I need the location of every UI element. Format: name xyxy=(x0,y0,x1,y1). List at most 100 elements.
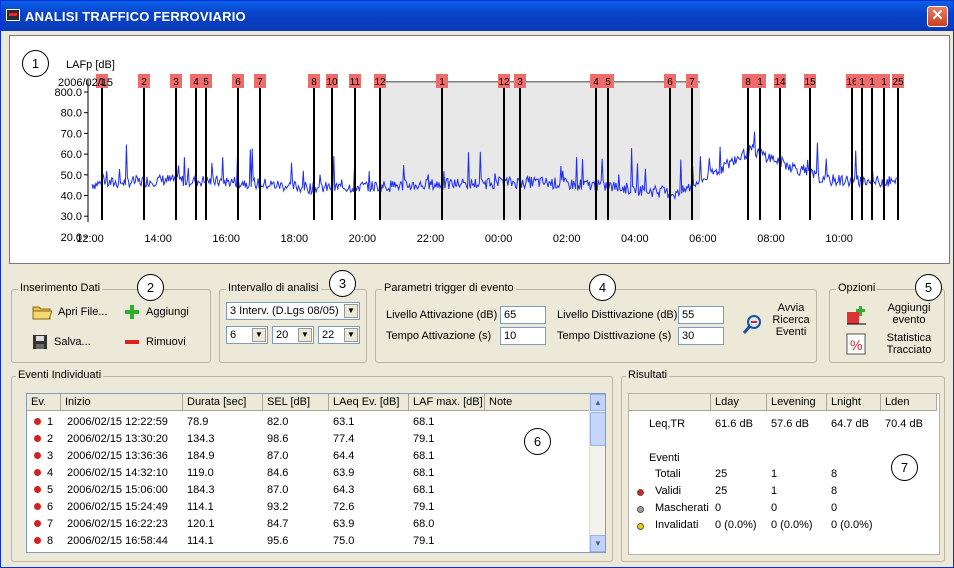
event-marker-label: 6 xyxy=(235,77,241,88)
x-tick-label: 20:00 xyxy=(349,233,377,245)
noise-chart-panel[interactable]: 1 1 2 3 4 5 6 7 8 10 11 12 1 12 3 4 5 6 7 8 1 14 15 16 1 1 1 25 80… xyxy=(9,35,950,264)
cell-duration: 119.0 xyxy=(187,467,214,479)
section-number-results: 7 xyxy=(891,454,918,481)
table-row[interactable]: 3 2006/02/15 13:36:36 184.9 87.0 64.4 68.1 xyxy=(27,448,605,465)
noise-level-chart[interactable]: 1 2 3 4 5 6 7 8 10 11 12 1 12 3 4 5 6 7 8 1 14 15 16 1 1 1 25 800.… xyxy=(10,36,949,263)
open-file-button[interactable]: Apri File... xyxy=(32,304,108,320)
column-header-lafmax[interactable]: LAF max. [dB] xyxy=(409,394,485,411)
y-tick-label: 40.0 xyxy=(61,191,82,203)
column-header-ev[interactable]: Ev. xyxy=(27,394,61,411)
table-row[interactable]: 4 2006/02/15 14:32:10 119.0 84.6 63.9 68.1 xyxy=(27,465,605,482)
title-bar[interactable]: ANALISI TRAFFICO FERROVIARIO ✕ xyxy=(1,1,953,31)
save-button[interactable]: Salva... xyxy=(32,334,91,350)
events-list[interactable]: Ev. Inizio Durata [sec] SEL [dB] LAeq Ev… xyxy=(26,393,606,553)
event-marker-label: 8 xyxy=(745,77,751,88)
chevron-down-icon[interactable]: ▼ xyxy=(252,328,266,342)
event-marker-label: 4 xyxy=(193,77,199,88)
close-button[interactable]: ✕ xyxy=(927,6,948,27)
cell-duration: 78.9 xyxy=(187,416,209,428)
section-number-trigger: 4 xyxy=(589,274,616,301)
deactivation-time-input[interactable] xyxy=(678,327,724,345)
cell-ev: 2 xyxy=(47,433,54,445)
results-row-value: 25 xyxy=(715,468,728,480)
column-header-sel[interactable]: SEL [dB] xyxy=(263,394,329,411)
x-tick-label: 12:00 xyxy=(76,233,104,245)
chevron-up-icon: ▲ xyxy=(594,398,602,407)
window-title: ANALISI TRAFFICO FERROVIARIO xyxy=(25,9,246,24)
add-button[interactable]: Aggiungi xyxy=(124,304,189,320)
scroll-thumb[interactable] xyxy=(590,412,605,446)
status-dot-icon xyxy=(637,506,644,513)
chevron-down-icon[interactable]: ▼ xyxy=(344,304,358,318)
table-row[interactable]: 6 2006/02/15 15:24:49 114.1 93.2 72.6 79.1 xyxy=(27,499,605,516)
cell-laeq: 63.9 xyxy=(333,518,355,530)
results-row-value: 8 xyxy=(831,468,838,480)
column-header-duration[interactable]: Durata [sec] xyxy=(183,394,263,411)
x-tick-label: 00:00 xyxy=(485,233,513,245)
results-header-lday: Lday xyxy=(711,394,767,411)
cell-ev: 1 xyxy=(47,416,54,428)
cell-sel: 98.6 xyxy=(267,433,289,445)
event-marker-label: 1 xyxy=(859,77,865,88)
y-tick-label: 30.0 xyxy=(61,211,82,223)
remove-button[interactable]: Rimuovi xyxy=(124,334,186,350)
scroll-down-button[interactable]: ▼ xyxy=(590,535,605,552)
interval-hour-select-2[interactable]: 20 ▼ xyxy=(272,326,314,344)
events-scrollbar[interactable]: ▲ ▼ xyxy=(589,394,605,552)
table-row[interactable]: 5 2006/02/15 15:06:00 184.3 87.0 64.3 68.1 xyxy=(27,482,605,499)
x-tick-label: 08:00 xyxy=(757,233,785,245)
activation-level-input[interactable] xyxy=(500,306,546,324)
status-dot-icon xyxy=(34,469,41,476)
statistics-icon: % xyxy=(846,333,866,355)
chevron-down-icon[interactable]: ▼ xyxy=(298,328,312,342)
status-dot-icon xyxy=(34,503,41,510)
cell-start: 2006/02/15 13:30:20 xyxy=(67,433,168,445)
cell-laeq: 64.3 xyxy=(333,484,355,496)
x-tick-label: 10:00 xyxy=(825,233,853,245)
cell-sel: 95.6 xyxy=(267,535,289,547)
activation-time-input[interactable] xyxy=(500,327,546,345)
add-event-button[interactable]: Aggiungi evento xyxy=(844,302,944,328)
column-header-note[interactable]: Note xyxy=(485,394,591,411)
input-data-group-label: Inserimento Dati xyxy=(18,282,103,294)
scroll-up-button[interactable]: ▲ xyxy=(590,394,605,411)
status-dot-icon xyxy=(34,452,41,459)
table-row[interactable]: 2 2006/02/15 13:30:20 134.3 98.6 77.4 79.1 xyxy=(27,431,605,448)
results-row-value: 8 xyxy=(831,485,838,497)
leq-label: Leq,TR xyxy=(649,418,686,430)
cell-start: 2006/02/15 14:32:10 xyxy=(67,467,168,479)
main-window: ANALISI TRAFFICO FERROVIARIO ✕ 1 1234567… xyxy=(0,0,954,568)
table-row[interactable]: 7 2006/02/15 16:22:23 120.1 84.7 63.9 68.0 xyxy=(27,516,605,533)
status-dot-icon xyxy=(34,520,41,527)
open-file-label: Apri File... xyxy=(58,306,108,318)
column-header-start[interactable]: Inizio xyxy=(61,394,183,411)
trace-statistics-button[interactable]: % Statistica Tracciato xyxy=(844,332,944,358)
chart-y-axis-label: LAFp [dB] xyxy=(66,59,115,71)
interval-hour-1-value: 6 xyxy=(230,329,237,341)
table-row[interactable]: 8 2006/02/15 16:58:44 114.1 95.6 75.0 79.1 xyxy=(27,533,605,550)
chevron-down-icon[interactable]: ▼ xyxy=(344,328,358,342)
cell-duration: 184.3 xyxy=(187,484,215,496)
event-marker-label: 12 xyxy=(498,77,510,88)
folder-icon xyxy=(32,306,52,320)
interval-hour-select-3[interactable]: 22 ▼ xyxy=(318,326,360,344)
event-marker-label: 7 xyxy=(257,77,263,88)
leq-lnight: 64.7 dB xyxy=(831,418,869,430)
start-event-search-button[interactable]: Avvia Ricerca Eventi xyxy=(740,300,814,344)
options-group: Opzioni 5 Aggiungi evento % Statistica T… xyxy=(829,274,945,363)
events-heading: Eventi xyxy=(649,452,680,464)
add-event-icon xyxy=(847,306,866,325)
section-number-input: 2 xyxy=(137,274,164,301)
results-row-value: 1 xyxy=(771,468,778,480)
deactivation-level-input[interactable] xyxy=(678,306,724,324)
interval-hour-select-1[interactable]: 6 ▼ xyxy=(226,326,268,344)
results-header-levening: Levening xyxy=(767,394,827,411)
cell-lafmax: 68.1 xyxy=(413,450,435,462)
table-row[interactable]: 1 2006/02/15 12:22:59 78.9 82.0 63.1 68.1 xyxy=(27,414,605,431)
cell-start: 2006/02/15 15:06:00 xyxy=(67,484,168,496)
y-tick-label: 80.0 xyxy=(61,108,82,120)
cell-laeq: 63.1 xyxy=(333,416,355,428)
interval-select[interactable]: 3 Interv. (D.Lgs 08/05) ▼ xyxy=(226,302,360,320)
column-header-laeq[interactable]: LAeq Ev. [dB] xyxy=(329,394,409,411)
event-trigger-label: Parametri trigger di evento xyxy=(382,282,516,294)
